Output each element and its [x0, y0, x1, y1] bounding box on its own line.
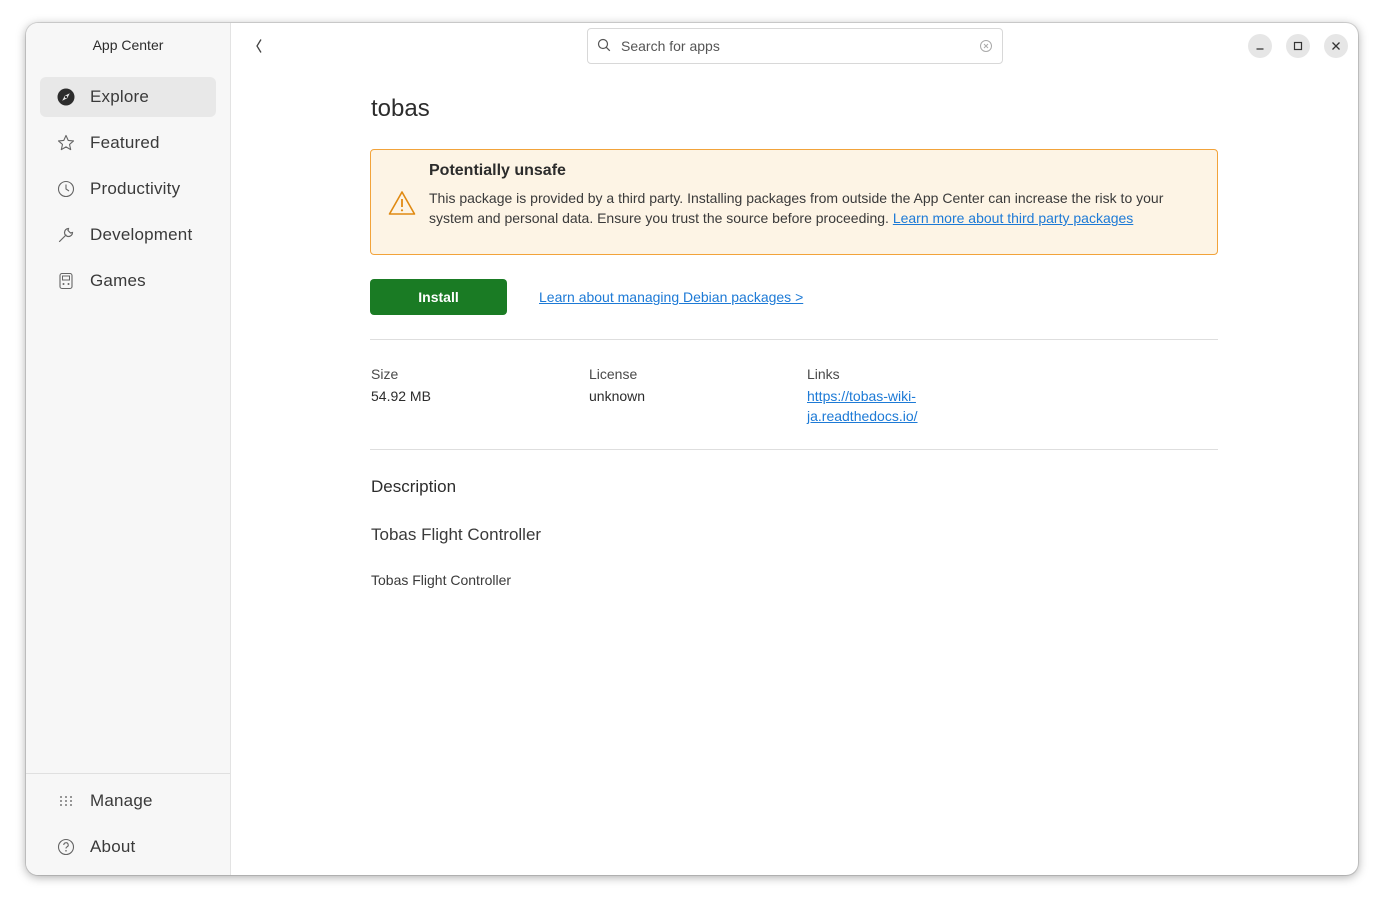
homepage-link-block: https://tobas-wiki- ja.readthedocs.io/ [807, 386, 918, 426]
search-input[interactable] [621, 38, 979, 54]
links-label: Links [807, 366, 840, 382]
sidebar: App Center Explore Featured Productivity… [26, 23, 231, 875]
debian-packages-link[interactable]: Learn about managing Debian packages > [539, 289, 803, 305]
license-label: License [589, 366, 638, 382]
grid-dots-icon [56, 791, 76, 811]
description-body: Tobas Flight Controller [371, 572, 512, 588]
warning-title: Potentially unsafe [429, 162, 566, 179]
search-box[interactable] [587, 28, 1003, 64]
sidebar-item-featured[interactable]: Featured [40, 123, 216, 163]
unsafe-warning-banner: Potentially unsafe This package is provi… [370, 149, 1218, 255]
game-icon [56, 271, 76, 291]
divider [370, 449, 1218, 450]
sidebar-item-label: About [90, 837, 136, 856]
description-summary: Tobas Flight Controller [371, 525, 542, 544]
license-value: unknown [589, 388, 646, 404]
page-title: tobas [371, 95, 430, 122]
help-icon [56, 837, 76, 857]
homepage-link-cont[interactable]: ja.readthedocs.io/ [807, 408, 918, 424]
clock-icon [56, 179, 76, 199]
search-icon [597, 38, 613, 54]
sidebar-item-label: Games [90, 271, 146, 290]
sidebar-item-label: Development [90, 225, 193, 244]
app-window: App Center Explore Featured Productivity… [26, 23, 1358, 875]
minimize-icon [1256, 48, 1264, 50]
sidebar-item-manage[interactable]: Manage [40, 781, 216, 821]
warning-text: This package is provided by a third part… [429, 188, 1189, 228]
divider [370, 339, 1218, 340]
homepage-link[interactable]: https://tobas-wiki- [807, 388, 916, 404]
sidebar-divider [26, 773, 230, 774]
wrench-icon [56, 225, 76, 245]
description-heading: Description [371, 477, 457, 496]
sidebar-item-label: Manage [90, 791, 153, 810]
main-content: tobas Potentially unsafe This package is… [231, 23, 1358, 875]
warning-icon [388, 190, 416, 216]
third-party-info-link[interactable]: Learn more about third party packages [893, 210, 1133, 226]
sidebar-item-development[interactable]: Development [40, 215, 216, 255]
sidebar-item-label: Explore [90, 87, 150, 106]
app-title: App Center [92, 37, 164, 53]
close-button[interactable] [1324, 34, 1348, 58]
maximize-icon [1293, 41, 1303, 51]
clear-search-icon[interactable] [979, 39, 993, 53]
maximize-button[interactable] [1286, 34, 1310, 58]
compass-icon [56, 87, 76, 107]
minimize-button[interactable] [1248, 34, 1272, 58]
sidebar-item-productivity[interactable]: Productivity [40, 169, 216, 209]
install-button[interactable]: Install [370, 279, 507, 315]
star-icon [56, 133, 76, 153]
chevron-left-icon [256, 39, 262, 53]
close-icon [1332, 42, 1340, 50]
back-button[interactable] [249, 35, 269, 57]
sidebar-item-label: Featured [90, 133, 160, 152]
size-value: 54.92 MB [371, 388, 431, 404]
sidebar-item-games[interactable]: Games [40, 261, 216, 301]
sidebar-item-label: Productivity [90, 179, 181, 198]
sidebar-item-explore[interactable]: Explore [40, 77, 216, 117]
sidebar-item-about[interactable]: About [40, 827, 216, 867]
size-label: Size [371, 366, 399, 382]
